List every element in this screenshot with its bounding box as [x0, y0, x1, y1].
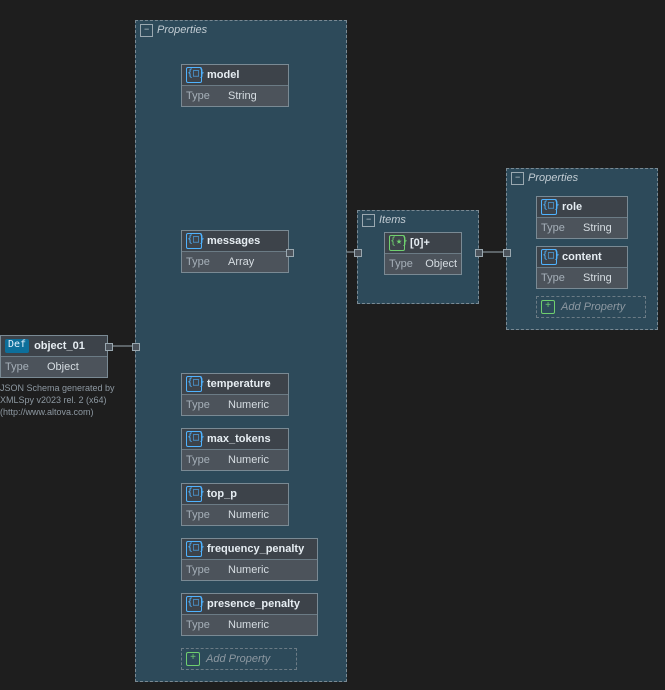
node-frequency-penalty[interactable]: {□} frequency_penalty Type Numeric	[181, 538, 318, 581]
items0-out-port[interactable]	[475, 249, 483, 257]
type-value: String	[228, 90, 257, 102]
panel-title: Properties	[157, 24, 207, 36]
array-item-icon: {★}	[389, 235, 405, 251]
type-label: Type	[389, 258, 419, 270]
object-icon: {□}	[186, 233, 202, 249]
type-label: Type	[541, 222, 577, 234]
type-value: Object	[425, 258, 457, 270]
node-root-def[interactable]: Def object_01 Type Object	[0, 335, 108, 378]
plus-icon: +	[541, 300, 555, 314]
type-label: Type	[186, 454, 222, 466]
panel-header[interactable]: − Properties	[507, 169, 657, 187]
def-badge: Def	[5, 339, 29, 353]
add-property-root[interactable]: + Add Property	[181, 648, 297, 670]
type-value: Numeric	[228, 564, 269, 576]
panel-items-in-port[interactable]	[354, 249, 362, 257]
node-name: model	[207, 69, 239, 81]
type-value: Numeric	[228, 399, 269, 411]
panel-title: Properties	[528, 172, 578, 184]
node-model[interactable]: {□} model Type String	[181, 64, 289, 107]
node-presence-penalty[interactable]: {□} presence_penalty Type Numeric	[181, 593, 318, 636]
object-icon: {□}	[186, 541, 202, 557]
messages-out-port[interactable]	[286, 249, 294, 257]
node-name: top_p	[207, 488, 237, 500]
object-icon: {□}	[186, 596, 202, 612]
type-label: Type	[186, 399, 222, 411]
type-value: String	[583, 222, 612, 234]
add-property-label: Add Property	[206, 653, 270, 665]
node-messages[interactable]: {□} messages Type Array	[181, 230, 289, 273]
node-role[interactable]: {□} role Type String	[536, 196, 628, 239]
node-content[interactable]: {□} content Type String	[536, 246, 628, 289]
node-top-p[interactable]: {□} top_p Type Numeric	[181, 483, 289, 526]
type-label: Type	[186, 256, 222, 268]
panel-header[interactable]: − Items	[358, 211, 478, 229]
type-label: Type	[5, 361, 41, 373]
node-max-tokens[interactable]: {□} max_tokens Type Numeric	[181, 428, 289, 471]
node-name: object_01	[34, 340, 85, 352]
node-name: max_tokens	[207, 433, 271, 445]
plus-icon: +	[186, 652, 200, 666]
type-label: Type	[186, 509, 222, 521]
node-name: content	[562, 251, 602, 263]
type-label: Type	[541, 272, 577, 284]
add-property-item[interactable]: + Add Property	[536, 296, 646, 318]
type-value: String	[583, 272, 612, 284]
type-value: Numeric	[228, 509, 269, 521]
collapse-icon[interactable]: −	[511, 172, 524, 185]
type-label: Type	[186, 90, 222, 102]
node-items-0[interactable]: {★} [0]+ Type Object	[384, 232, 462, 275]
node-temperature[interactable]: {□} temperature Type Numeric	[181, 373, 289, 416]
object-icon: {□}	[186, 431, 202, 447]
object-icon: {□}	[541, 249, 557, 265]
root-out-port[interactable]	[105, 343, 113, 351]
panel-title: Items	[379, 214, 406, 226]
schema-info: JSON Schema generated by XMLSpy v2023 re…	[0, 382, 140, 418]
object-icon: {□}	[186, 486, 202, 502]
node-name: messages	[207, 235, 260, 247]
node-name: role	[562, 201, 582, 213]
collapse-icon[interactable]: −	[362, 214, 375, 227]
type-label: Type	[186, 564, 222, 576]
object-icon: {□}	[186, 376, 202, 392]
panel-header[interactable]: − Properties	[136, 21, 346, 39]
type-label: Type	[186, 619, 222, 631]
type-value: Numeric	[228, 454, 269, 466]
node-name: [0]+	[410, 237, 430, 249]
type-value: Object	[47, 361, 79, 373]
object-icon: {□}	[541, 199, 557, 215]
node-name: presence_penalty	[207, 598, 300, 610]
panel-props2-in-port[interactable]	[503, 249, 511, 257]
object-icon: {□}	[186, 67, 202, 83]
add-property-label: Add Property	[561, 301, 625, 313]
node-name: frequency_penalty	[207, 543, 304, 555]
collapse-icon[interactable]: −	[140, 24, 153, 37]
type-value: Array	[228, 256, 254, 268]
panel-props-in-port[interactable]	[132, 343, 140, 351]
panel-properties-root: − Properties	[135, 20, 347, 682]
type-value: Numeric	[228, 619, 269, 631]
node-name: temperature	[207, 378, 271, 390]
